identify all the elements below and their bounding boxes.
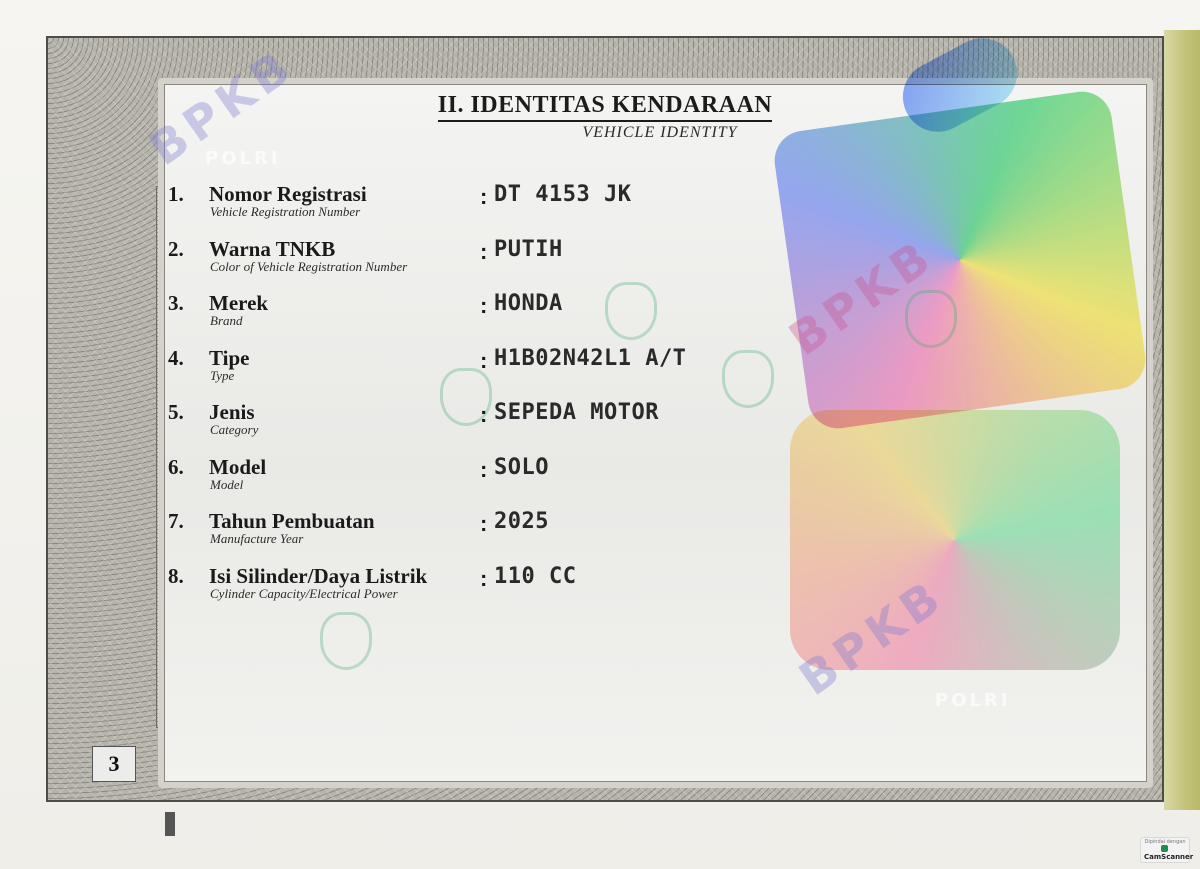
scanner-badge: Dipindai dengan CamScanner <box>1140 837 1193 863</box>
field-number: 2. <box>168 236 184 261</box>
police-seal-icon <box>320 612 372 670</box>
field-plate-color: 2. Warna TNKB Color of Vehicle Registrat… <box>168 237 788 292</box>
field-value: SEPEDA MOTOR <box>494 400 659 425</box>
field-colon: : <box>480 238 488 264</box>
field-sublabel: Brand <box>210 313 243 328</box>
scanner-brand: CamScanner <box>1144 845 1193 861</box>
field-sublabel: Model <box>210 476 244 492</box>
field-registration-number: 1. Nomor Registrasi Vehicle Registration… <box>168 182 788 237</box>
field-colon: : <box>480 511 488 536</box>
field-category: 5. Jenis Category : SEPEDA MOTOR <box>168 400 788 455</box>
field-manufacture-year: 7. Tahun Pembuatan Manufacture Year : 20… <box>168 509 788 564</box>
field-number: 3. <box>168 291 184 315</box>
police-seal-icon <box>905 290 957 348</box>
field-brand: 3. Merek Brand : HONDA <box>168 291 788 346</box>
heading-title: II. IDENTITAS KENDARAAN <box>437 92 773 122</box>
field-cylinder-capacity: 8. Isi Silinder/Daya Listrik Cylinder Ca… <box>168 564 788 619</box>
watermark-polri: POLRI <box>935 690 1011 711</box>
field-value: 2025 <box>494 509 549 534</box>
field-value: H1B02N42L1 A/T <box>494 345 687 371</box>
field-sublabel: Vehicle Registration Number <box>210 204 361 219</box>
field-model: 6. Model Model : SOLO <box>168 455 788 510</box>
vehicle-identity-fields: 1. Nomor Registrasi Vehicle Registration… <box>168 182 788 618</box>
camscanner-logo-icon <box>1161 845 1168 852</box>
field-colon: : <box>480 565 488 591</box>
book-spine <box>1164 30 1200 810</box>
field-sublabel: Type <box>210 367 235 383</box>
scanned-page: BPKB BPKB BPKB POLRI POLRI II. IDENTITAS… <box>0 0 1200 869</box>
field-sublabel: Color of Vehicle Registration Number <box>210 258 408 274</box>
field-value: DT 4153 JK <box>494 182 632 207</box>
field-value: SOLO <box>494 454 549 480</box>
heading-subtitle: VEHICLE IDENTITY <box>582 124 738 141</box>
field-number: 7. <box>168 509 184 533</box>
field-colon: : <box>480 456 488 482</box>
field-number: 4. <box>168 345 184 370</box>
binding-mark <box>165 812 175 836</box>
field-value: HONDA <box>494 291 563 316</box>
field-number: 5. <box>168 400 184 424</box>
page-number: 3 <box>92 746 136 782</box>
field-number: 1. <box>168 182 184 206</box>
section-heading: II. IDENTITAS KENDARAAN VEHICLE IDENTITY <box>410 92 800 142</box>
watermark-polri: POLRI <box>205 148 281 169</box>
field-colon: : <box>480 293 488 318</box>
field-value: 110 CC <box>494 563 577 589</box>
scanner-brand-text: CamScanner <box>1144 853 1194 861</box>
field-colon: : <box>480 347 488 373</box>
field-colon: : <box>480 402 488 427</box>
field-sublabel: Cylinder Capacity/Electrical Power <box>210 585 398 601</box>
field-number: 8. <box>168 563 184 588</box>
field-colon: : <box>480 184 488 209</box>
field-sublabel: Manufacture Year <box>210 531 304 546</box>
field-type: 4. Tipe Type : H1B02N42L1 A/T <box>168 346 788 401</box>
field-value: PUTIH <box>494 236 563 262</box>
field-sublabel: Category <box>210 422 259 437</box>
field-number: 6. <box>168 454 184 479</box>
